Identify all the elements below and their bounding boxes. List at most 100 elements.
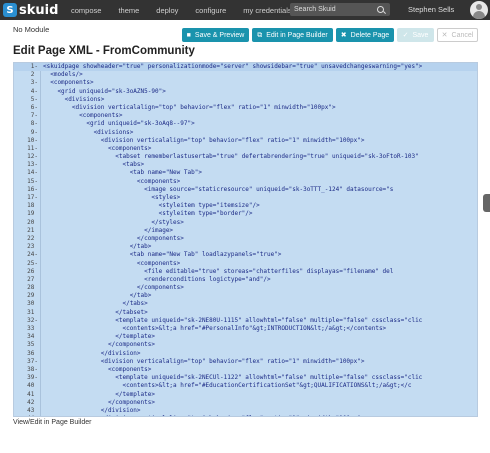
code-line[interactable]: 4- <grid uniqueid="sk-3oAZN5-90"> — [14, 87, 477, 96]
code-text: <tabset rememberlastusertab="true" defer… — [43, 153, 419, 161]
line-number: 42 — [27, 398, 38, 406]
code-line[interactable]: 3- <components> — [14, 79, 477, 87]
code-line[interactable]: 35 </components> — [14, 341, 477, 349]
line-number: 27 — [27, 275, 38, 283]
search-placeholder: Search Skuid — [294, 6, 336, 13]
code-line[interactable]: 15- <components> — [14, 177, 477, 186]
edit-in-page-builder-label: Edit in Page Builder — [266, 31, 328, 39]
code-line[interactable]: 2 <models/> — [14, 71, 477, 79]
nav-item-my-credentials[interactable]: my credentials — [243, 6, 291, 15]
code-line[interactable]: 43 </division> — [14, 407, 477, 415]
code-line[interactable]: 38- <components> — [14, 366, 477, 374]
code-text: <division verticalalign="top" behavior="… — [43, 136, 365, 144]
line-number: 32- — [27, 316, 38, 324]
view-edit-in-page-builder-link[interactable]: View/Edit in Page Builder — [13, 419, 91, 426]
line-number: 5- — [30, 95, 38, 103]
avatar[interactable] — [470, 1, 488, 19]
code-text: <grid uniqueid="sk-3oAZN5-90"> — [43, 87, 166, 95]
code-line[interactable]: 34 </template> — [14, 333, 477, 341]
code-line[interactable]: 1- <skuidpage showheader="true" personali… — [14, 63, 477, 72]
code-text: <divisions> — [43, 128, 134, 136]
code-line[interactable]: 8- <grid uniqueid="sk-3oAq8--97"> — [14, 120, 477, 128]
code-line[interactable]: 26 <file editable="true" storeas="chatte… — [14, 268, 477, 276]
code-text: <contents>&lt;a href="#PersonalInfo"&gt;… — [43, 325, 387, 332]
code-line[interactable]: 28 </components> — [14, 284, 477, 292]
code-lines[interactable]: 1- <skuidpage showheader="true" personali… — [14, 63, 477, 416]
code-line[interactable]: 14- <tab name="New Tab"> — [14, 169, 477, 177]
code-line[interactable]: 41 </template> — [14, 391, 477, 399]
code-line[interactable]: 16- <image source="staticresource" uniqu… — [14, 185, 477, 194]
line-number: 3- — [30, 79, 38, 87]
code-line[interactable]: 17- <styles> — [14, 194, 477, 202]
code-text: <renderconditions logictype="and"/> — [43, 275, 271, 283]
line-number: 7- — [30, 112, 38, 120]
avatar-body — [473, 11, 485, 19]
code-text: <models/> — [43, 71, 83, 79]
user-name[interactable]: Stephen Sells — [408, 5, 454, 14]
code-line[interactable]: 30 </tabs> — [14, 300, 477, 308]
code-line[interactable]: 12- <tabset rememberlastusertab="true" d… — [14, 153, 477, 161]
code-line[interactable]: 32- <template uniqueid="sk-2NE80U-1115" … — [14, 316, 477, 325]
nav-item-configure[interactable]: configure — [195, 6, 226, 15]
code-line[interactable]: 20 </styles> — [14, 219, 477, 227]
code-line[interactable]: 23 </tab> — [14, 243, 477, 251]
code-line[interactable]: 39- <template uniqueid="sk-2NECUl-1122" … — [14, 374, 477, 382]
side-scroll-handle[interactable] — [483, 194, 490, 212]
code-line[interactable]: 31 </tabset> — [14, 309, 477, 317]
nav-item-deploy[interactable]: deploy — [156, 6, 178, 15]
code-line[interactable]: 24- <tab name="New Tab" loadlazypanels="… — [14, 251, 477, 259]
code-line[interactable]: 10- <division verticalalign="top" behavi… — [14, 136, 477, 145]
code-line[interactable]: 33 <contents>&lt;a href="#PersonalInfo"&… — [14, 325, 477, 333]
line-number: 22 — [27, 234, 38, 242]
search-icon[interactable] — [377, 6, 384, 13]
line-number: 39- — [27, 374, 38, 382]
code-text: <components> — [43, 259, 181, 267]
line-number: 44 — [14, 415, 41, 416]
line-number: 17- — [27, 194, 38, 201]
code-line[interactable]: 29 </tab> — [14, 292, 477, 300]
nav-item-compose[interactable]: compose — [71, 6, 101, 15]
code-line[interactable]: 40 <contents>&lt;a href="#EducationCerti… — [14, 382, 477, 390]
code-line[interactable]: 11- <components> — [14, 145, 477, 153]
save-button[interactable]: ✓ Save — [397, 28, 434, 42]
code-line[interactable]: 25- <components> — [14, 259, 477, 268]
cancel-button[interactable]: ✕ Cancel — [437, 28, 478, 42]
code-line[interactable]: 6- <division verticalalign="top" behavio… — [14, 104, 477, 112]
search-input[interactable]: Search Skuid — [290, 3, 390, 16]
save-preview-button[interactable]: ■ Save & Preview — [182, 28, 249, 42]
code-text: <styleitem type="itemsize"/> — [43, 202, 260, 210]
code-line[interactable]: 37- <division verticalalign="top" behavi… — [14, 357, 477, 366]
code-text: <division verticalalign="top" behavior="… — [43, 357, 365, 365]
line-number: 4- — [30, 87, 38, 95]
line-number: 2 — [30, 71, 38, 79]
app-logo[interactable]: S skuid — [3, 3, 65, 18]
code-line[interactable]: 7- <components> — [14, 112, 477, 120]
code-text: <styleitem type="border"/> — [43, 210, 253, 218]
code-line[interactable]: 19 <styleitem type="border"/> — [14, 210, 477, 218]
line-number: 16- — [27, 185, 38, 193]
line-number: 18 — [27, 202, 38, 210]
avatar-head — [476, 4, 482, 10]
code-line[interactable]: 21 </image> — [14, 227, 477, 235]
code-line[interactable]: 36 </division> — [14, 350, 477, 358]
code-line[interactable]: 18 <styleitem type="itemsize"/> — [14, 202, 477, 210]
code-line[interactable]: 27 <renderconditions logictype="and"/> — [14, 275, 477, 284]
nav-item-theme[interactable]: theme — [118, 6, 139, 15]
code-line[interactable]: 42 </components> — [14, 398, 477, 407]
code-text: <tabs> — [43, 161, 145, 169]
code-line[interactable]: 44 <division verticalalign="top" behavio… — [14, 415, 477, 416]
code-line[interactable]: 9- <divisions> — [14, 128, 477, 137]
app-logo-text: skuid — [19, 2, 59, 18]
trash-icon: ✖ — [340, 31, 347, 39]
edit-in-page-builder-button[interactable]: ⧉ Edit in Page Builder — [252, 28, 333, 42]
line-number: 30 — [27, 300, 38, 308]
external-link-icon: ⧉ — [257, 31, 263, 39]
code-line[interactable]: 5- <divisions> — [14, 95, 477, 104]
line-number: 9- — [30, 128, 38, 136]
cancel-label: Cancel — [451, 31, 474, 39]
xml-editor[interactable]: 1- <skuidpage showheader="true" personali… — [13, 62, 478, 417]
code-line[interactable]: 13- <tabs> — [14, 161, 477, 169]
delete-page-button[interactable]: ✖ Delete Page — [336, 28, 394, 42]
code-line[interactable]: 22 </components> — [14, 234, 477, 243]
line-number: 15- — [27, 177, 38, 185]
